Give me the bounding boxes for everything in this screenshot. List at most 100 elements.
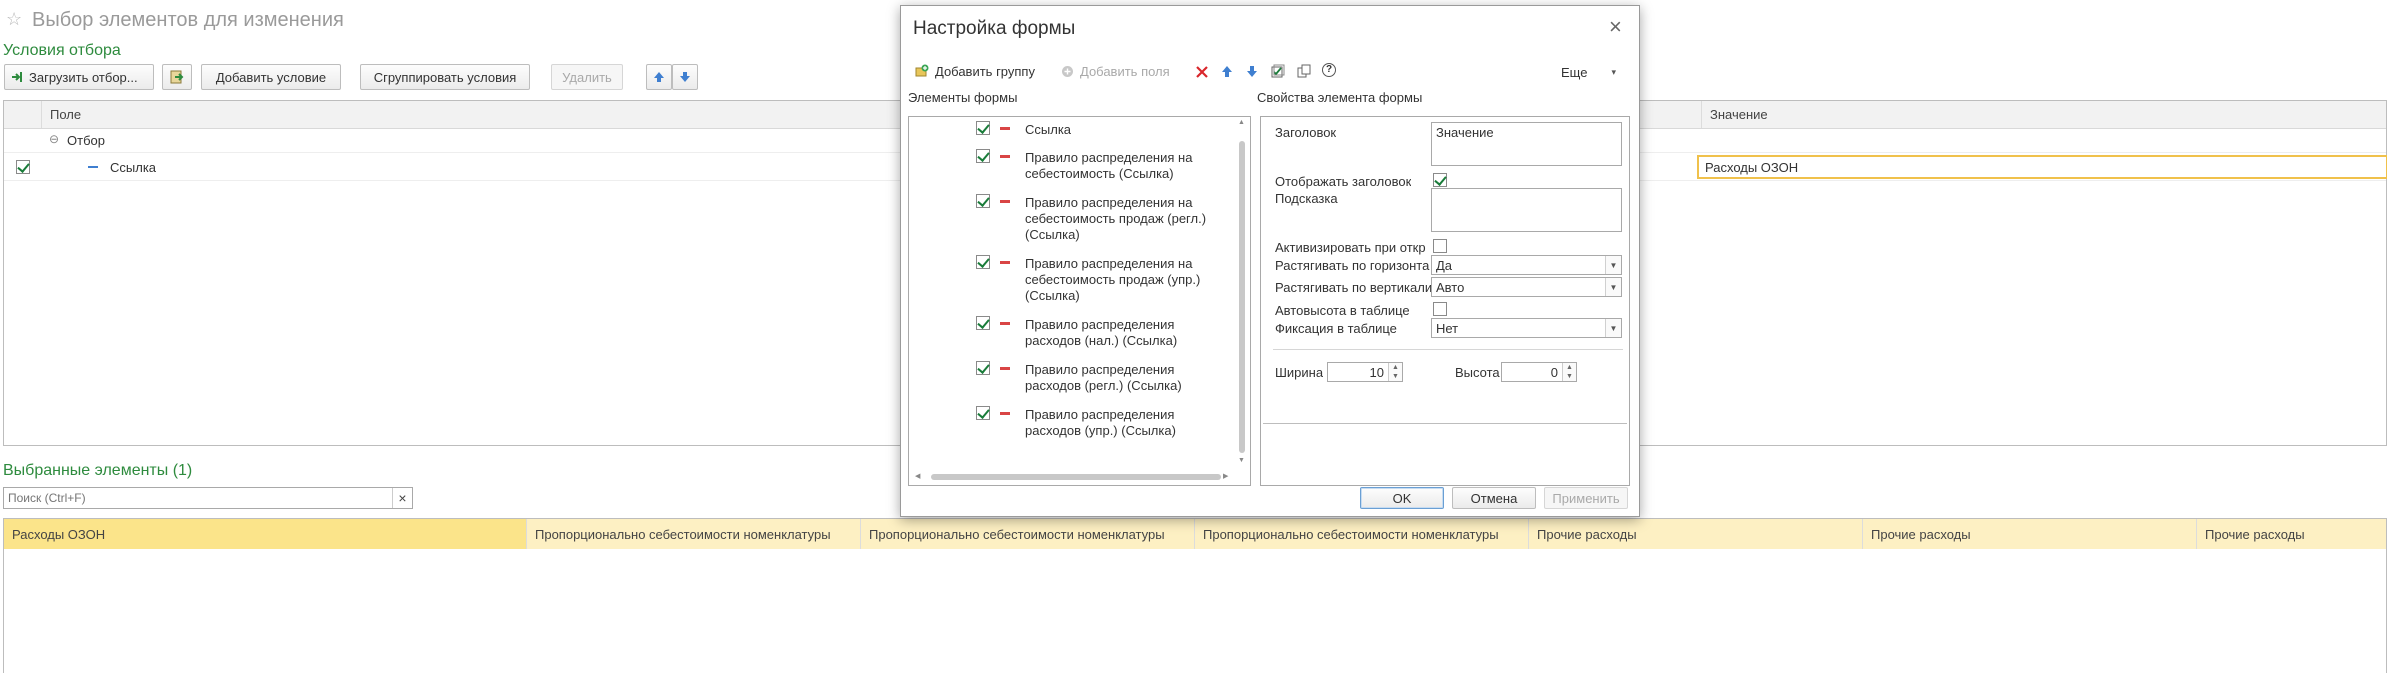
clear-search-button[interactable]: ×	[392, 488, 412, 508]
scroll-left-arrow-icon[interactable]: ◀	[915, 472, 920, 480]
vertical-scrollbar[interactable]: ▲ ▼	[1235, 117, 1249, 469]
tree-item[interactable]: Правило распределения расходов (упр.) (С…	[909, 405, 1250, 439]
scroll-right-arrow-icon[interactable]: ▶	[1223, 472, 1228, 480]
cancel-button[interactable]: Отмена	[1452, 487, 1536, 509]
activate-checkbox[interactable]	[1433, 239, 1447, 253]
add-condition-button[interactable]: Добавить условие	[201, 64, 341, 90]
form-elements-title: Элементы формы	[908, 90, 1018, 105]
form-settings-dialog[interactable]: Настройка формы × Добавить группу Добави…	[900, 5, 1640, 517]
tree-item[interactable]: Правило распределения на себестоимость п…	[909, 254, 1250, 304]
load-filter-label: Загрузить отбор...	[29, 69, 138, 85]
collapse-icon[interactable]: ⊖	[49, 132, 59, 146]
field-minus-icon	[1000, 200, 1010, 203]
height-spinner[interactable]: ▲ ▼	[1562, 363, 1576, 381]
tree-item-checkbox[interactable]	[976, 255, 990, 269]
tree-item[interactable]: Правило распределения расходов (нал.) (С…	[909, 315, 1250, 349]
heading-textarea[interactable]: Значение	[1431, 122, 1622, 166]
load-filter-icon	[11, 71, 23, 83]
move-down-icon[interactable]	[1246, 65, 1258, 78]
stretch-horizontal-select[interactable]: Да ▼	[1431, 255, 1622, 275]
selected-col-4[interactable]: Пропорционально себестоимости номенклату…	[1194, 519, 1528, 549]
condition-field-label: Ссылка	[110, 160, 157, 175]
stretch-vertical-value: Авто	[1436, 280, 1465, 295]
move-down-button[interactable]	[672, 64, 698, 90]
apply-button[interactable]: Применить	[1544, 487, 1628, 509]
tree-item[interactable]: Ссылка	[909, 119, 1250, 139]
dialog-close-icon[interactable]: ×	[1609, 14, 1622, 40]
selected-col-1[interactable]: Расходы ОЗОН	[4, 519, 526, 549]
condition-checkbox[interactable]	[16, 160, 30, 174]
check-all-icon[interactable]	[1271, 64, 1285, 78]
field-minus-icon	[1000, 155, 1010, 158]
width-spinner[interactable]: ▲ ▼	[1388, 363, 1402, 381]
column-value-header[interactable]: Значение	[1701, 101, 2387, 128]
horizontal-scroll-thumb[interactable]	[931, 474, 1221, 480]
group-conditions-button[interactable]: Сгруппировать условия	[360, 64, 530, 90]
condition-value-text: Расходы ОЗОН	[1705, 160, 1799, 175]
autoheight-checkbox[interactable]	[1433, 302, 1447, 316]
autoheight-label: Автовысота в таблице	[1275, 303, 1410, 318]
load-filter-button[interactable]: Загрузить отбор...	[4, 64, 154, 90]
tree-item-label: Правило распределения на себестоимость п…	[1025, 195, 1207, 242]
tree-item-checkbox[interactable]	[976, 121, 990, 135]
filter-group-label: Отбор	[67, 133, 105, 148]
height-input[interactable]: 0 ▲ ▼	[1501, 362, 1577, 382]
dropdown-arrow-icon[interactable]: ▼	[1605, 256, 1621, 274]
vertical-scroll-thumb[interactable]	[1239, 141, 1245, 453]
save-filter-icon	[170, 70, 184, 84]
add-group-button[interactable]: Добавить группу	[915, 61, 1035, 81]
tree-item-label: Правило распределения расходов (нал.) (С…	[1025, 317, 1178, 348]
width-input[interactable]: 10 ▲ ▼	[1327, 362, 1403, 382]
tree-item-label: Правило распределения расходов (регл.) (…	[1025, 362, 1182, 393]
tree-item-checkbox[interactable]	[976, 149, 990, 163]
tree-item-checkbox[interactable]	[976, 316, 990, 330]
add-group-icon	[915, 64, 929, 77]
add-fields-button[interactable]: Добавить поля	[1061, 61, 1170, 81]
selected-col-3[interactable]: Пропорционально себестоимости номенклату…	[860, 519, 1194, 549]
add-group-label: Добавить группу	[935, 63, 1035, 79]
fix-in-table-label: Фиксация в таблице	[1275, 321, 1397, 336]
move-up-icon[interactable]	[1221, 65, 1233, 78]
scroll-down-arrow-icon[interactable]: ▼	[1238, 457, 1245, 464]
form-elements-tree[interactable]: Ссылка Правило распределения на себестои…	[908, 116, 1251, 486]
element-properties-panel[interactable]: Заголовок Значение Отображать заголовок …	[1260, 116, 1630, 486]
tree-item-checkbox[interactable]	[976, 194, 990, 208]
selected-col-5[interactable]: Прочие расходы	[1528, 519, 1862, 549]
selected-col-7[interactable]: Прочие расходы	[2196, 519, 2387, 549]
tree-item-checkbox[interactable]	[976, 406, 990, 420]
selected-grid[interactable]: Расходы ОЗОН Пропорционально себестоимос…	[3, 518, 2387, 673]
scroll-up-arrow-icon[interactable]: ▲	[1238, 119, 1245, 126]
tree-item-checkbox[interactable]	[976, 361, 990, 375]
field-minus-icon	[1000, 127, 1010, 130]
tree-item[interactable]: Правило распределения расходов (регл.) (…	[909, 360, 1250, 394]
field-minus-icon	[1000, 412, 1010, 415]
tree-item[interactable]: Правило распределения на себестоимость п…	[909, 193, 1250, 243]
favorite-star-icon[interactable]: ☆	[6, 9, 22, 30]
delete-icon[interactable]	[1196, 66, 1208, 78]
condition-value-field[interactable]: Расходы ОЗОН	[1697, 155, 2387, 179]
ok-button[interactable]: OK	[1360, 487, 1444, 509]
selected-section-title: Выбранные элементы (1)	[3, 462, 193, 479]
selected-col-6[interactable]: Прочие расходы	[1862, 519, 2196, 549]
search-input[interactable]	[4, 488, 389, 508]
fix-in-table-select[interactable]: Нет ▼	[1431, 318, 1622, 338]
copy-icon[interactable]	[1297, 64, 1311, 78]
delete-button[interactable]: Удалить	[551, 64, 623, 90]
tree-item-label: Ссылка	[1025, 122, 1072, 137]
hint-textarea[interactable]	[1431, 188, 1622, 232]
dropdown-arrow-icon[interactable]: ▼	[1605, 319, 1621, 337]
dropdown-arrow-icon[interactable]: ▼	[1605, 278, 1621, 296]
more-menu-button[interactable]: Еще ▾	[1561, 62, 1616, 82]
tree-item[interactable]: Правило распределения на себестоимость (…	[909, 148, 1250, 182]
search-box[interactable]: ×	[3, 487, 413, 509]
help-icon[interactable]: ?	[1322, 63, 1336, 77]
save-filter-button[interactable]	[162, 64, 192, 90]
selected-col-2[interactable]: Пропорционально себестоимости номенклату…	[526, 519, 860, 549]
stretch-vertical-select[interactable]: Авто ▼	[1431, 277, 1622, 297]
fix-in-table-value: Нет	[1436, 321, 1459, 336]
show-heading-checkbox[interactable]	[1433, 173, 1447, 187]
move-up-button[interactable]	[646, 64, 672, 90]
field-minus-icon	[1000, 322, 1010, 325]
horizontal-scrollbar[interactable]: ◀ ▶	[909, 469, 1235, 485]
heading-value: Значение	[1436, 125, 1494, 140]
